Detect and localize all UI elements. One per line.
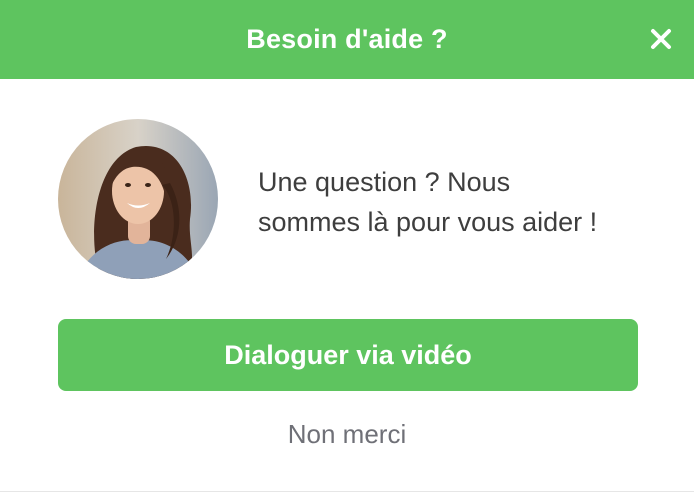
- help-message-line-1: Une question ? Nous: [258, 167, 511, 197]
- help-dialog: Besoin d'aide ? Une question ? Nous somm…: [0, 0, 694, 492]
- close-button[interactable]: [646, 24, 676, 54]
- help-message-line-2: sommes là pour vous aider !: [258, 207, 598, 237]
- agent-avatar: [58, 119, 218, 279]
- video-chat-button[interactable]: Dialoguer via vidéo: [58, 319, 638, 391]
- close-icon: [651, 29, 671, 49]
- dialog-header: Besoin d'aide ?: [0, 0, 694, 79]
- dialog-title: Besoin d'aide ?: [246, 24, 448, 54]
- decline-link[interactable]: Non merci: [0, 414, 694, 454]
- help-message: Une question ? Nous sommes là pour vous …: [258, 162, 658, 242]
